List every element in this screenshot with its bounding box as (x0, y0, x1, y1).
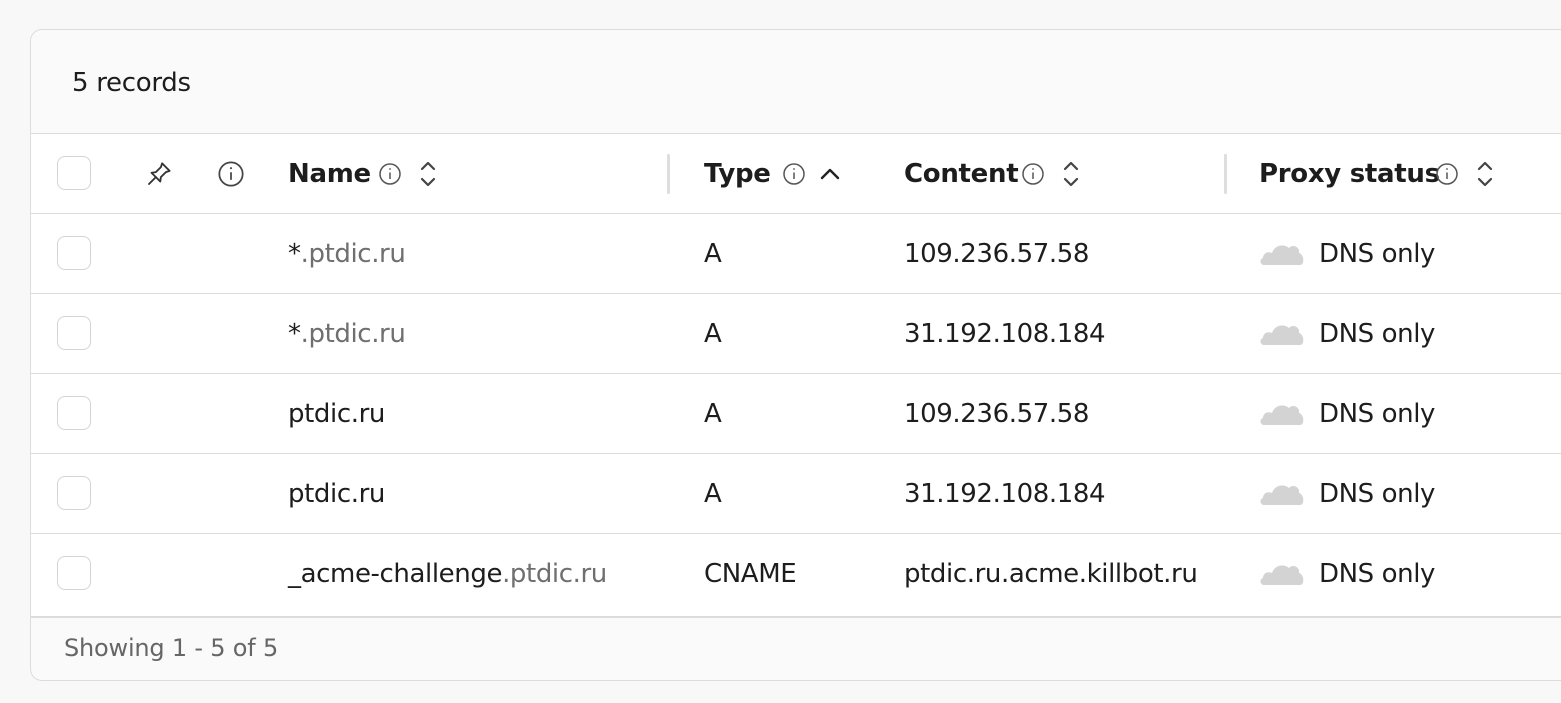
cloud-icon (1260, 405, 1304, 425)
record-name-domain: .ptdic.ru (300, 319, 406, 349)
table-header-row: Name Type Content Proxy status (31, 134, 1561, 214)
panel-header: 5 records (31, 30, 1561, 134)
row-checkbox[interactable] (57, 396, 91, 430)
proxy-status: DNS only (1259, 454, 1435, 534)
sort-icon[interactable] (416, 134, 440, 214)
record-type: A (704, 479, 722, 509)
record-name[interactable]: ptdic.ru (288, 374, 385, 454)
dns-records-panel: 5 records Name Type Content Proxy status… (30, 29, 1561, 681)
record-content: 31.192.108.184 (904, 479, 1106, 509)
proxy-status-label: DNS only (1319, 479, 1436, 509)
column-resize-handle[interactable] (1224, 154, 1227, 194)
cloud-icon (1260, 565, 1304, 585)
table-row[interactable]: ptdic.ru A 109.236.57.58 DNS only (31, 374, 1561, 454)
proxy-status-label: DNS only (1319, 559, 1436, 589)
record-type: A (704, 399, 722, 429)
table-row[interactable]: ptdic.ru A 31.192.108.184 DNS only (31, 454, 1561, 534)
info-icon[interactable] (1435, 134, 1459, 214)
record-name-prefix: * (288, 239, 301, 269)
info-icon[interactable] (782, 134, 806, 214)
pin-icon[interactable] (144, 134, 174, 214)
column-header-type[interactable]: Type (704, 134, 771, 214)
sort-ascending-icon[interactable] (818, 134, 842, 214)
dns-records-table: Name Type Content Proxy status *.ptdic.r… (31, 133, 1561, 618)
proxy-status: DNS only (1259, 294, 1435, 374)
row-checkbox[interactable] (57, 316, 91, 350)
proxy-status: DNS only (1259, 214, 1435, 294)
record-content: ptdic.ru.acme.killbot.ru (904, 559, 1198, 589)
proxy-status: DNS only (1259, 374, 1435, 454)
column-header-proxy-status[interactable]: Proxy status (1259, 134, 1440, 214)
record-name[interactable]: *.ptdic.ru (288, 214, 406, 294)
cloud-icon (1260, 245, 1304, 265)
record-content: 31.192.108.184 (904, 319, 1106, 349)
record-name-prefix: ptdic.ru (288, 399, 385, 429)
record-content: 109.236.57.58 (904, 399, 1090, 429)
pagination-summary: Showing 1 - 5 of 5 (64, 634, 279, 662)
info-icon[interactable] (217, 134, 245, 214)
record-type: A (704, 239, 722, 269)
record-name[interactable]: _acme-challenge.ptdic.ru (288, 534, 607, 614)
record-type: A (704, 319, 722, 349)
record-name-prefix: ptdic.ru (288, 479, 385, 509)
record-name-prefix: _acme-challenge (288, 559, 503, 589)
info-icon[interactable] (1021, 134, 1045, 214)
record-name[interactable]: ptdic.ru (288, 454, 385, 534)
record-count: 5 records (72, 68, 191, 98)
select-all-checkbox[interactable] (57, 156, 91, 190)
row-checkbox[interactable] (57, 476, 91, 510)
table-row[interactable]: *.ptdic.ru A 31.192.108.184 DNS only (31, 294, 1561, 374)
proxy-status-label: DNS only (1319, 239, 1436, 269)
table-row[interactable]: *.ptdic.ru A 109.236.57.58 DNS only (31, 214, 1561, 294)
proxy-status-label: DNS only (1319, 399, 1436, 429)
record-type: CNAME (704, 559, 797, 589)
sort-icon[interactable] (1059, 134, 1083, 214)
proxy-status: DNS only (1259, 534, 1435, 614)
column-resize-handle[interactable] (667, 154, 670, 194)
record-name-prefix: * (288, 319, 301, 349)
row-checkbox[interactable] (57, 556, 91, 590)
proxy-status-label: DNS only (1319, 319, 1436, 349)
cloud-icon (1260, 485, 1304, 505)
info-icon[interactable] (378, 134, 402, 214)
sort-icon[interactable] (1473, 134, 1497, 214)
record-name-domain: .ptdic.ru (502, 559, 607, 589)
record-name[interactable]: *.ptdic.ru (288, 294, 406, 374)
record-content: 109.236.57.58 (904, 239, 1090, 269)
row-checkbox[interactable] (57, 236, 91, 270)
cloud-icon (1260, 325, 1304, 345)
table-row[interactable]: _acme-challenge.ptdic.ru CNAME ptdic.ru.… (31, 534, 1561, 614)
column-header-content[interactable]: Content (904, 134, 1019, 214)
record-name-domain: .ptdic.ru (300, 239, 406, 269)
column-header-name[interactable]: Name (288, 134, 371, 214)
